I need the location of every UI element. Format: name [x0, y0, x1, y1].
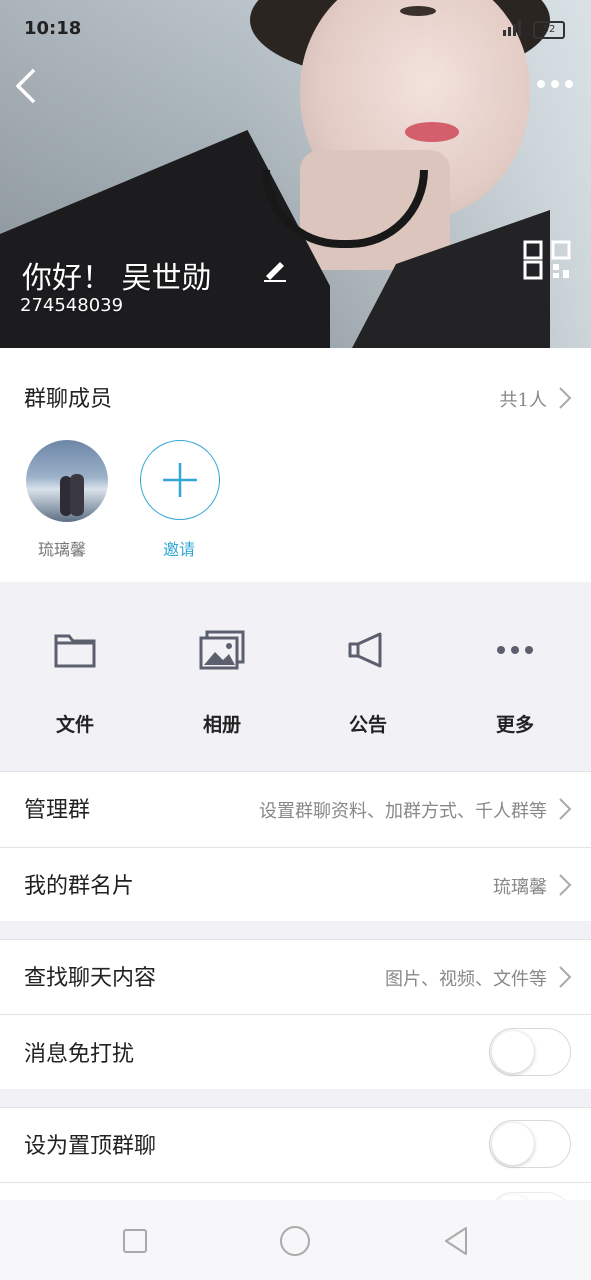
- more-dots-icon: [497, 646, 533, 654]
- system-nav-bar: [0, 1200, 591, 1280]
- megaphone-icon: [348, 632, 382, 668]
- cover-eye: [400, 6, 436, 16]
- divider: [0, 939, 591, 940]
- chevron-left-icon: [15, 68, 36, 104]
- announcement-button[interactable]: [308, 630, 428, 670]
- folder-icon: [54, 634, 96, 668]
- ellipsis-icon: [537, 80, 573, 88]
- chevron-right-icon[interactable]: [557, 872, 573, 898]
- chevron-right-icon[interactable]: [557, 964, 573, 990]
- cover-lips: [405, 122, 459, 142]
- invite-label[interactable]: 邀请: [163, 536, 195, 560]
- signal-icon: [503, 20, 525, 40]
- recent-apps-icon[interactable]: [122, 1228, 148, 1254]
- status-time: 10:18: [24, 18, 82, 39]
- member-name: 琉璃馨: [38, 540, 87, 559]
- search-history-value: 图片、视频、文件等: [385, 969, 547, 990]
- divider: [0, 1107, 591, 1108]
- invite-button[interactable]: [140, 440, 220, 520]
- group-id: 274548039: [20, 295, 124, 316]
- toggle-knob: [492, 1031, 534, 1073]
- qr-code-icon: [523, 240, 571, 280]
- album-label: 相册: [202, 714, 241, 736]
- manage-group-label[interactable]: 管理群: [24, 792, 90, 824]
- divider: [0, 1014, 591, 1015]
- divider: [0, 771, 591, 772]
- album-icon: [199, 630, 245, 670]
- manage-group-value: 设置群聊资料、加群方式、千人群等: [259, 801, 547, 822]
- pencil-icon: [264, 262, 286, 282]
- mute-toggle[interactable]: [489, 1028, 571, 1076]
- member-avatar[interactable]: [26, 440, 108, 522]
- battery-icon: 52: [533, 21, 565, 39]
- qr-code-button[interactable]: [523, 240, 573, 280]
- more-options-button[interactable]: [535, 74, 575, 94]
- pin-chat-toggle[interactable]: [489, 1120, 571, 1168]
- files-button[interactable]: [15, 630, 135, 670]
- group-card-value: 琉璃馨: [493, 877, 547, 898]
- plus-icon: [163, 463, 197, 497]
- files-label: 文件: [55, 714, 94, 736]
- divider: [0, 1182, 591, 1183]
- members-title: 群聊成员: [24, 387, 113, 412]
- mute-label: 消息免打扰: [24, 1042, 135, 1067]
- album-button[interactable]: [162, 630, 282, 670]
- home-icon[interactable]: [279, 1225, 311, 1257]
- search-history-label[interactable]: 查找聊天内容: [24, 960, 156, 992]
- back-nav-icon[interactable]: [442, 1226, 470, 1256]
- pin-chat-label: 设为置顶群聊: [24, 1134, 157, 1159]
- status-icons: 52: [503, 20, 565, 40]
- back-button[interactable]: [12, 64, 46, 108]
- edit-name-button[interactable]: [262, 256, 288, 282]
- chevron-right-icon[interactable]: [557, 385, 573, 411]
- more-tools-button[interactable]: [455, 630, 575, 670]
- avatar-figure: [70, 474, 84, 516]
- group-card-label[interactable]: 我的群名片: [24, 868, 134, 900]
- toggle-knob: [492, 1123, 534, 1165]
- chevron-right-icon[interactable]: [557, 796, 573, 822]
- divider: [0, 847, 591, 848]
- members-count[interactable]: 共1人: [500, 386, 547, 412]
- more-tools-label: 更多: [495, 714, 534, 736]
- announcement-label: 公告: [348, 714, 387, 736]
- group-title: 你好！ 吴世勋: [22, 261, 212, 296]
